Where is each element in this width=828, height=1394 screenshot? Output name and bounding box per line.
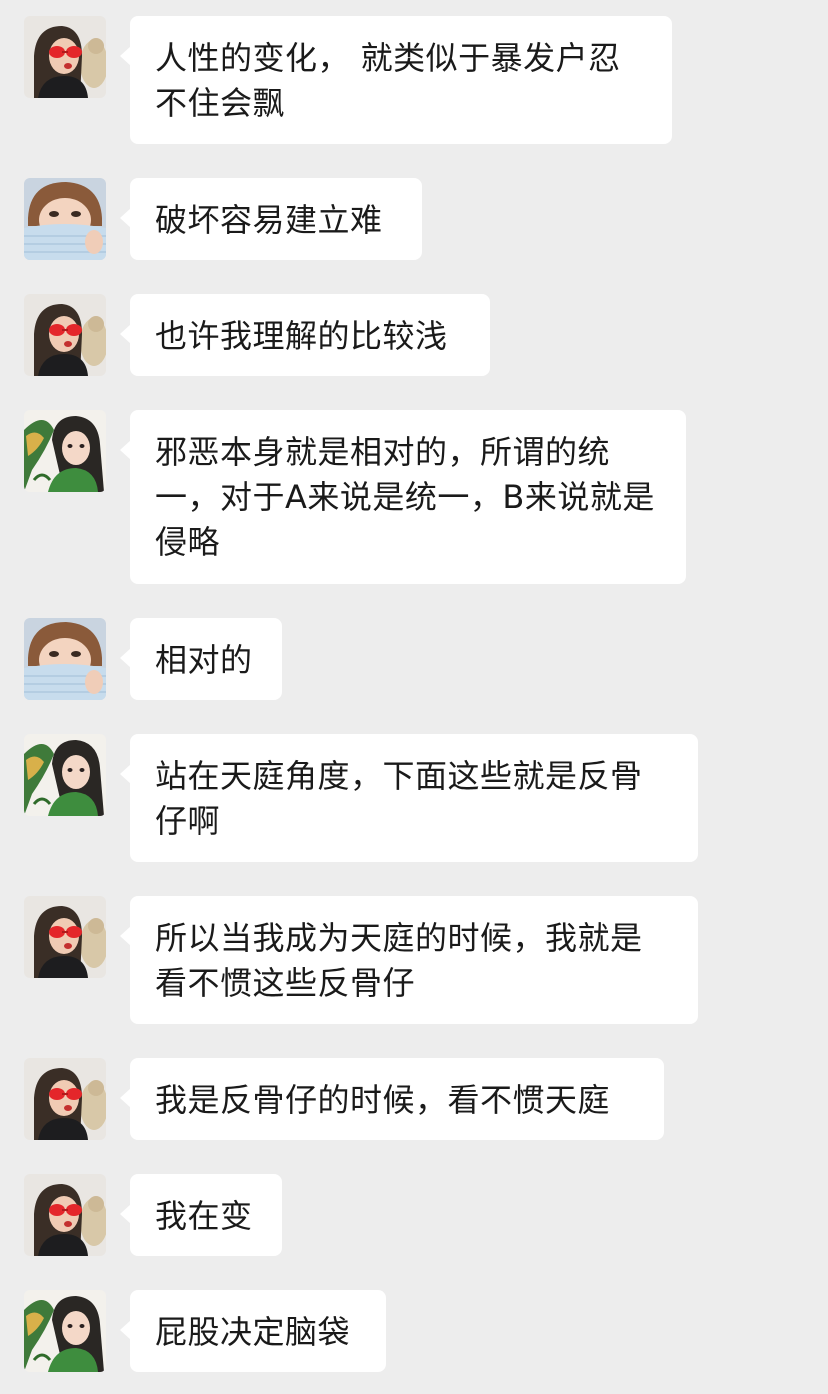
message-bubble[interactable]: 我是反骨仔的时候，看不惯天庭 — [120, 1058, 664, 1140]
message-bubble[interactable]: 我在变 — [120, 1174, 282, 1256]
message-bubble[interactable]: 人性的变化， 就类似于暴发户忍不住会飘 — [120, 16, 672, 144]
avatar-dragon-girl[interactable] — [24, 1290, 106, 1372]
avatar-dragon-girl[interactable] — [24, 410, 106, 492]
message-bubble[interactable]: 屁股决定脑袋 — [120, 1290, 386, 1372]
avatar-red-glasses[interactable] — [24, 16, 106, 98]
message-bubble[interactable]: 相对的 — [120, 618, 282, 700]
avatar-red-glasses[interactable] — [24, 1058, 106, 1140]
avatar-red-glasses[interactable] — [24, 1174, 106, 1256]
message-bubble[interactable]: 破坏容易建立难 — [120, 178, 422, 260]
avatar-dragon-girl[interactable] — [24, 734, 106, 816]
message-bubble[interactable]: 邪恶本身就是相对的，所谓的统一，对于A来说是统一，B来说就是侵略 — [120, 410, 686, 584]
avatar-towel-girl[interactable] — [24, 618, 106, 700]
avatar-red-glasses[interactable] — [24, 294, 106, 376]
message-bubble[interactable]: 也许我理解的比较浅 — [120, 294, 490, 376]
avatar-towel-girl[interactable] — [24, 178, 106, 260]
avatar-red-glasses[interactable] — [24, 896, 106, 978]
message-bubble[interactable]: 站在天庭角度，下面这些就是反骨仔啊 — [120, 734, 698, 862]
message-bubble[interactable]: 所以当我成为天庭的时候，我就是看不惯这些反骨仔 — [120, 896, 698, 1024]
